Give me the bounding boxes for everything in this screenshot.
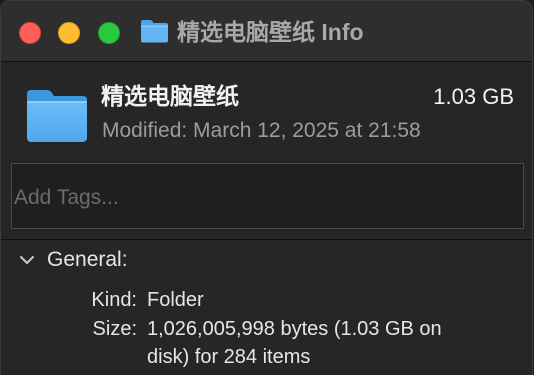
- window-title: 精选电脑壁纸 Info: [177, 19, 364, 45]
- folder-icon: [141, 20, 168, 43]
- general-section-toggle[interactable]: General:: [17, 246, 128, 274]
- item-name: 精选电脑壁纸: [101, 83, 239, 109]
- minimize-button[interactable]: [58, 22, 80, 44]
- info-header: 精选电脑壁纸 1.03 GB Modified: March 12, 2025 …: [1, 62, 532, 152]
- kind-value: Folder: [147, 289, 204, 311]
- kind-label: Kind:: [91, 289, 137, 311]
- size-value-line2: disk) for 284 items: [147, 346, 311, 368]
- item-size: 1.03 GB: [433, 84, 514, 109]
- modified-date: Modified: March 12, 2025 at 21:58: [102, 119, 421, 142]
- section-divider: [1, 239, 532, 240]
- close-button[interactable]: [19, 22, 41, 44]
- tags-input[interactable]: [11, 163, 524, 229]
- size-value-line1: 1,026,005,998 bytes (1.03 GB on: [147, 318, 442, 340]
- zoom-button[interactable]: [98, 22, 120, 44]
- folder-icon: [27, 90, 87, 142]
- title-bar[interactable]: 精选电脑壁纸 Info: [1, 1, 532, 62]
- info-window: 精选电脑壁纸 Info 精选电脑壁纸 1.03 GB Modified: Mar…: [0, 0, 533, 375]
- chevron-down-icon[interactable]: [17, 250, 37, 270]
- general-section-label: General:: [47, 248, 128, 271]
- size-label: Size:: [92, 318, 137, 340]
